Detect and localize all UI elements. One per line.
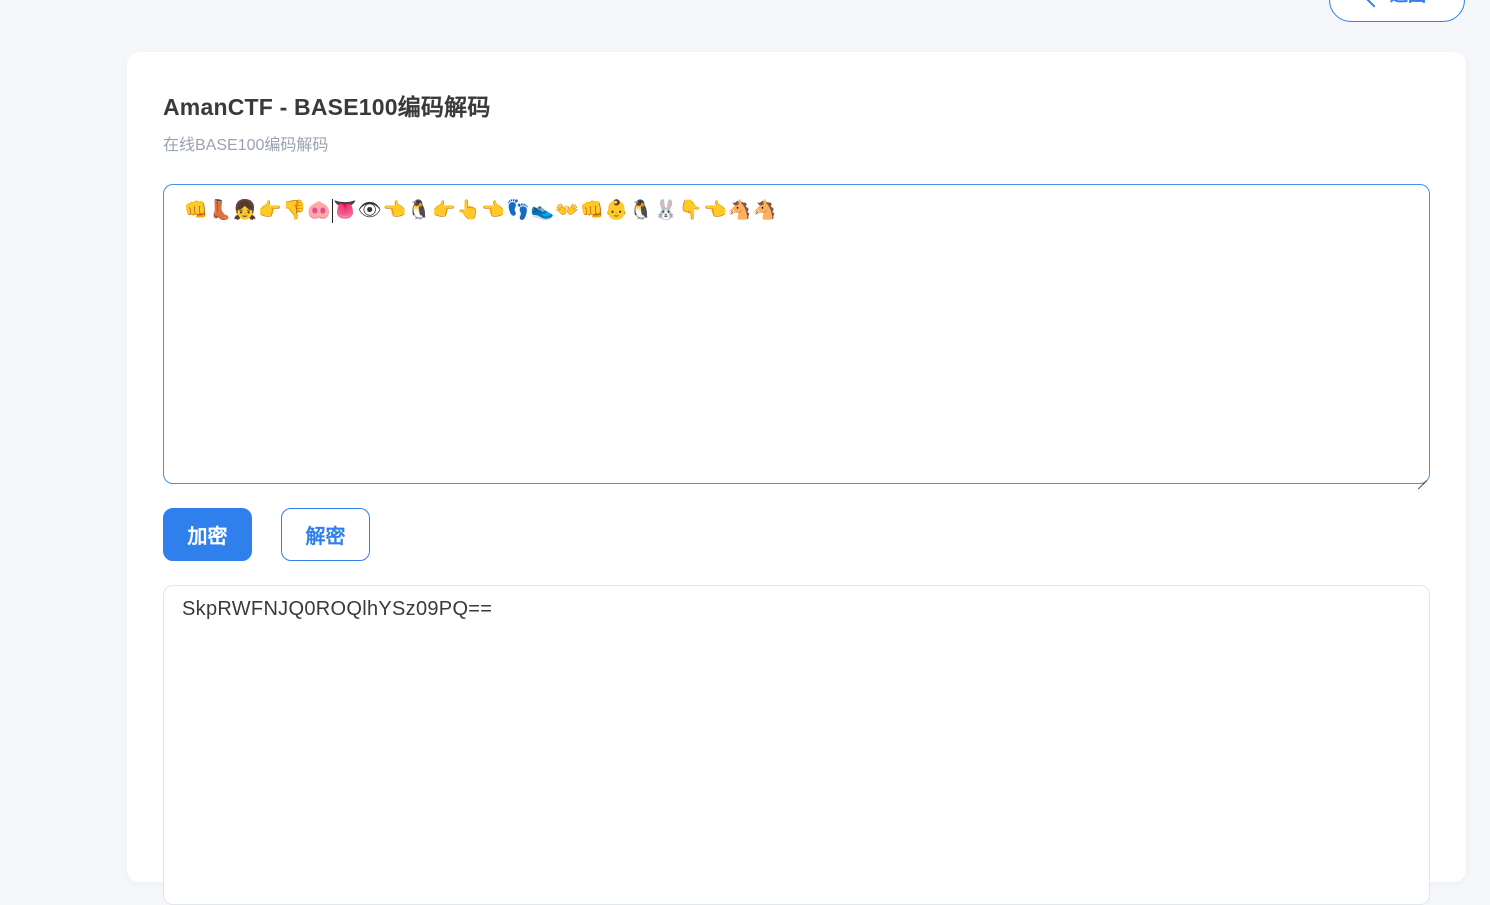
input-text: 👊👢👧👉👎🐽👅👁👈🐧👉👆👈👣👟👐👊👶🐧🐰👇👈🐴🐴 — [184, 197, 1409, 223]
back-button-label: 返回 — [1390, 0, 1426, 7]
chevron-left-icon — [1365, 0, 1383, 8]
input-text-after-caret: 👅👁👈🐧👉👆👈👣👟👐👊👶🐧🐰👇👈🐴🐴 — [332, 199, 778, 221]
back-button[interactable]: 返回 — [1329, 0, 1465, 22]
page-subtitle: 在线BASE100编码解码 — [163, 137, 329, 154]
converter-card: AmanCTF - BASE100编码解码 在线BASE100编码解码 👊👢👧👉… — [127, 52, 1466, 905]
decrypt-button[interactable]: 解密 — [281, 508, 370, 561]
page-title: AmanCTF - BASE100编码解码 — [163, 94, 491, 120]
encrypt-button[interactable]: 加密 — [163, 508, 252, 561]
input-textarea[interactable]: 👊👢👧👉👎🐽👅👁👈🐧👉👆👈👣👟👐👊👶🐧🐰👇👈🐴🐴 — [163, 184, 1430, 484]
input-text-before-caret: 👊👢👧👉👎🐽 — [184, 199, 332, 221]
output-text: SkpRWFNJQ0ROQlhYSz09PQ== — [182, 598, 493, 620]
resize-handle-icon[interactable] — [1417, 471, 1427, 481]
output-textarea[interactable]: SkpRWFNJQ0ROQlhYSz09PQ== — [163, 585, 1430, 905]
